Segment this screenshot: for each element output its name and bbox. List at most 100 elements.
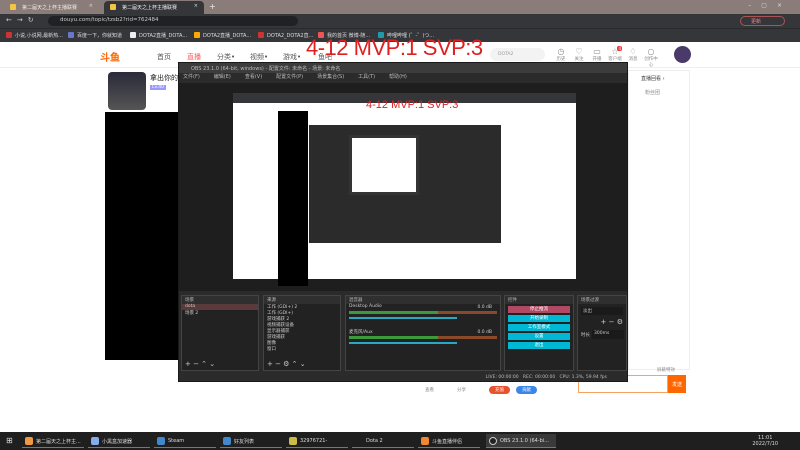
scene-item[interactable]: 场景 2: [182, 310, 258, 316]
menu-help[interactable]: 帮助(H): [389, 74, 407, 80]
system-clock[interactable]: 11:01 2022/7/10: [752, 435, 778, 447]
recharge-button[interactable]: 充值: [489, 386, 510, 394]
stop-streaming-button[interactable]: 停止推流: [508, 306, 570, 313]
taskbar-item[interactable]: 斗鱼直播伴侣: [418, 434, 480, 448]
volume-meter: [349, 311, 497, 314]
menu-file[interactable]: 文件(F): [183, 74, 200, 80]
replay-link[interactable]: 直播回看 ›: [641, 75, 665, 82]
browser-tab[interactable]: 第二届天之上杯主播联赛 ×: [4, 1, 99, 14]
user-avatar[interactable]: [674, 46, 691, 63]
duration-input[interactable]: 300ms: [592, 330, 624, 339]
volume-slider[interactable]: [349, 342, 457, 344]
taskbar-item[interactable]: 小黑盒加速器: [88, 434, 150, 448]
bell-icon: ♢: [629, 47, 637, 56]
close-tab-icon[interactable]: ×: [89, 3, 93, 9]
transitions-panel: 场景过渡 淡出 + − ⚙ 时长 300ms: [577, 295, 627, 371]
messages-button[interactable]: ♢ 消息: [625, 47, 641, 62]
taskbar-item[interactable]: Steam: [154, 434, 216, 448]
new-tab-button[interactable]: +: [205, 0, 222, 12]
url-input[interactable]: douyu.com/topic/tzsb2?rid=762484: [48, 16, 298, 26]
taskbar-item[interactable]: 32976721-: [286, 434, 348, 448]
bulb-icon: ○: [647, 47, 655, 56]
source-toolbar[interactable]: + − ⚙ ⌃ ⌄: [267, 360, 306, 368]
browser-tab-active[interactable]: 第二届天之上杯主播联赛 ×: [104, 1, 204, 14]
broadcast-button[interactable]: ▭ 开播: [589, 47, 605, 62]
obs-menu-bar: 文件(F) 编辑(E) 查看(V) 配置文件(P) 场景集合(S) 工具(T) 帮助(H): [179, 73, 627, 83]
menu-edit[interactable]: 编辑(E): [214, 74, 231, 80]
send-button[interactable]: 发送: [668, 375, 686, 393]
volume-slider[interactable]: [349, 317, 457, 319]
source-item[interactable]: 窗口: [264, 346, 340, 352]
history-button[interactable]: ◷ 历史: [553, 47, 569, 62]
bookmark[interactable]: 小说,小说网,最新热...: [6, 32, 63, 39]
menu-scene-collection[interactable]: 场景集合(S): [317, 74, 344, 80]
scene-toolbar[interactable]: + − ⌃ ⌄: [185, 360, 215, 368]
nav-live[interactable]: 直播: [187, 52, 201, 62]
streamer-avatar[interactable]: [108, 72, 146, 110]
scenes-panel: 场景 dota 场景 2 + − ⌃ ⌄: [181, 295, 259, 371]
mixer-panel: 混音器 Desktop Audio 0.0 dB 麦克风/Aux 0.0 dB: [345, 295, 501, 371]
nav-games[interactable]: 游戏•: [283, 52, 301, 62]
chat-panel: 直播回看 › 粉丝团 屏蔽特效: [628, 70, 690, 373]
search-input[interactable]: DOTA2: [490, 48, 545, 61]
tab-favicon-icon: [110, 4, 116, 10]
mixer-db: 0.0 dB: [477, 330, 492, 335]
message-badge: 4: [617, 46, 622, 51]
video-player[interactable]: [105, 112, 180, 360]
bookmark[interactable]: DOTA2直播_DOTA...: [194, 32, 251, 39]
block-effects-checkbox[interactable]: 屏蔽特效: [657, 367, 675, 373]
settings-button[interactable]: 设置: [508, 333, 570, 340]
nav-buttons[interactable]: ←→↻: [6, 16, 39, 24]
transition-toolbar[interactable]: + − ⚙: [578, 318, 626, 326]
obs-window: OBS 23.1.0 (64-bit, windows) - 配置文件: 未命名…: [178, 62, 628, 382]
taskbar: ⊞ 第二届天之上杯主... 小黑盒加速器 Steam 好友列表 32976721…: [0, 432, 800, 450]
stream-title: 拿出你的: [150, 74, 178, 82]
sources-panel: 来源 工作 (GDI+) 2 工作 (GDI+) 游戏捕获 2 视频捕获设备 显…: [263, 295, 341, 371]
nested-preview: [349, 135, 419, 195]
window-controls[interactable]: –▢×: [748, 2, 792, 9]
view-button[interactable]: 查看: [425, 387, 434, 393]
windows-start-icon[interactable]: ⊞: [6, 436, 14, 445]
menu-tools[interactable]: 工具(T): [358, 74, 375, 80]
obs-status-bar: LIVE: 00:00:00 REC: 00:00:00 CPU: 1.3%, …: [485, 375, 607, 380]
browser-tab-bar: 第二届天之上杯主播联赛 × 第二届天之上杯主播联赛 × + –▢×: [0, 0, 800, 14]
follow-button[interactable]: ♡ 关注: [571, 47, 587, 62]
exit-button[interactable]: 退出: [508, 342, 570, 349]
camera-icon: ▭: [593, 47, 601, 56]
menu-profile[interactable]: 配置文件(P): [276, 74, 303, 80]
nav-home[interactable]: 首页: [157, 52, 171, 62]
contribute-button[interactable]: 贡献: [516, 386, 537, 394]
client-button[interactable]: ☆ 客户端 4: [607, 46, 623, 62]
taskbar-item[interactable]: Dota 2: [352, 434, 414, 448]
score-overlay: 4-12 MVP:1 SVP:3: [306, 35, 483, 60]
volume-meter: [349, 336, 497, 339]
address-bar-row: ←→↻ douyu.com/topic/tzsb2?rid=762484 更新: [0, 14, 800, 28]
mixer-db: 0.0 dB: [477, 305, 492, 310]
obs-title-bar: OBS 23.1.0 (64-bit, windows) - 配置文件: 未命名…: [179, 63, 627, 73]
nested-obs-window: [309, 125, 501, 243]
controls-panel: 控件 停止推流 开始录制 工作室模式 设置 退出: [504, 295, 574, 371]
share-button[interactable]: 分享: [457, 387, 466, 393]
nav-category[interactable]: 分类•: [217, 52, 235, 62]
taskbar-item[interactable]: 好友列表: [220, 434, 282, 448]
update-button[interactable]: 更新: [740, 16, 785, 26]
bookmark[interactable]: 百度一下，你就知道: [68, 32, 122, 39]
start-recording-button[interactable]: 开始录制: [508, 315, 570, 322]
obs-preview[interactable]: 4-12 MVP:1 SVP:3: [179, 83, 627, 291]
clock-icon: ◷: [557, 47, 565, 56]
nested-score-overlay: 4-12 MVP:1 SVP:3: [366, 99, 459, 111]
studio-mode-button[interactable]: 工作室模式: [508, 324, 570, 331]
taskbar-item[interactable]: 第二届天之上杯主...: [22, 434, 84, 448]
bookmark[interactable]: DOTA2直播_DOTA...: [130, 32, 187, 39]
fan-group-link[interactable]: 粉丝团: [645, 89, 660, 96]
taskbar-item-active[interactable]: OBS 23.1.0 (64-bi...: [486, 434, 556, 448]
nested-screen-capture: 4-12 MVP:1 SVP:3: [233, 93, 576, 286]
transition-select[interactable]: 淡出: [581, 307, 623, 315]
close-tab-icon[interactable]: ×: [194, 3, 198, 9]
creator-center-button[interactable]: ○ 创作中心: [643, 47, 659, 68]
level-badge: Lv.40: [150, 85, 166, 90]
douyu-logo[interactable]: 斗鱼: [100, 49, 134, 64]
nav-video[interactable]: 视频•: [250, 52, 268, 62]
tab-favicon-icon: [10, 4, 16, 10]
menu-view[interactable]: 查看(V): [245, 74, 262, 80]
